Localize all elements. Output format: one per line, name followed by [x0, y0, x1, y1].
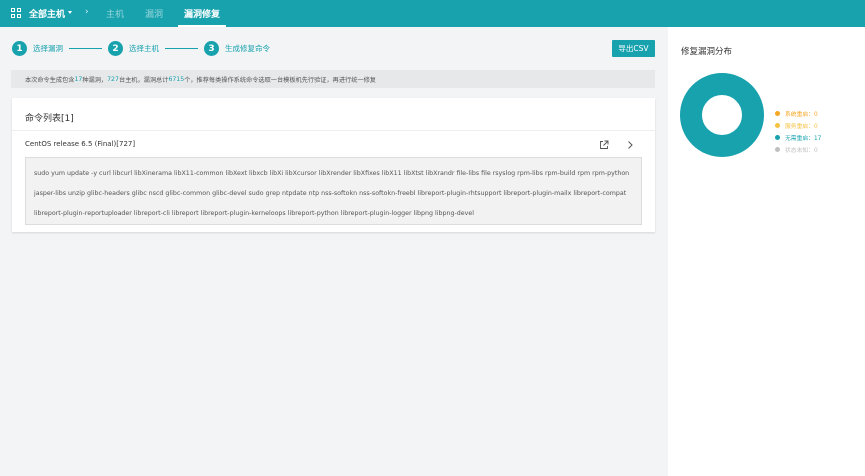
top-nav-bar: 全部主机 › 主机 漏洞 漏洞修复 [0, 0, 865, 27]
step-number: 3 [204, 41, 219, 56]
step-3[interactable]: 3 生成修复命令 [204, 41, 270, 56]
step-connector [165, 48, 198, 49]
step-1[interactable]: 1 选择漏洞 [12, 41, 63, 56]
legend-item-no-restart[interactable]: 无需重启：17 [775, 131, 821, 143]
panel-title: 修复漏洞分布 [681, 47, 733, 57]
chevron-right-icon: › [85, 7, 89, 17]
step-number: 1 [12, 41, 27, 56]
legend-dot [775, 134, 780, 140]
grid-menu-icon[interactable] [11, 8, 21, 18]
summary-notice: 本次命令生成包含 17 种漏洞， 727 台主机，漏洞总计 6715 个，推荐每类操作系统命… [11, 70, 655, 88]
donut-chart [680, 73, 764, 157]
host-group-dropdown[interactable]: 全部主机 [29, 7, 65, 20]
main-content [0, 27, 668, 476]
vuln-type-count: 17 [74, 75, 83, 83]
notice-text: 台主机，漏洞总计 [118, 76, 169, 84]
chart-legend: 系统重启：0 服务重启：0 无需重启：17 状态未知：0 [775, 107, 821, 155]
legend-item-service-restart[interactable]: 服务重启：0 [775, 119, 821, 131]
command-text[interactable]: sudo yum update -y curl libcurl libXiner… [25, 157, 642, 225]
donut-slice-no-restart [680, 73, 764, 157]
step-number: 2 [108, 41, 123, 56]
tab-vuln-fix[interactable]: 漏洞修复 [184, 7, 220, 20]
notice-text: 种漏洞， [82, 76, 108, 84]
legend-label: 状态未知：0 [785, 147, 818, 154]
host-count: 727 [107, 75, 119, 83]
legend-item-unknown[interactable]: 状态未知：0 [775, 143, 821, 155]
step-2[interactable]: 2 选择主机 [108, 41, 159, 56]
notice-text: 本次命令生成包含 [25, 76, 75, 84]
legend-dot [775, 146, 780, 152]
notice-text: 个，推荐每类操作系统命令选取一台模板机先行验证，再进行统一修复 [184, 76, 376, 84]
tab-hosts[interactable]: 主机 [106, 7, 124, 20]
legend-label: 服务重启：0 [785, 123, 818, 130]
legend-item-system-restart[interactable]: 系统重启：0 [775, 107, 821, 119]
caret-down-icon[interactable] [68, 11, 72, 14]
step-label: 选择漏洞 [33, 44, 63, 53]
legend-label: 无需重启：17 [785, 135, 822, 142]
open-external-icon[interactable] [599, 140, 609, 150]
legend-label: 系统重启：0 [785, 111, 818, 118]
distribution-panel: 修复漏洞分布 系统重启：0 服务重启：0 无需重启：17 状态未知：0 [668, 27, 865, 476]
legend-dot [775, 110, 780, 116]
step-connector [69, 48, 102, 49]
os-group-title: CentOS release 6.5 (Final)[727] [25, 140, 136, 148]
chevron-right-icon[interactable] [625, 140, 635, 150]
step-label: 选择主机 [129, 44, 159, 53]
divider [12, 130, 655, 131]
step-label: 生成修复命令 [225, 44, 270, 53]
vuln-total-count: 6715 [168, 75, 185, 83]
command-list-card: 命令列表[1] CentOS release 6.5 (Final)[727] … [12, 98, 655, 232]
legend-dot [775, 122, 780, 128]
card-title: 命令列表[1] [25, 114, 74, 124]
tab-vulnerabilities[interactable]: 漏洞 [145, 7, 163, 20]
export-csv-button[interactable]: 导出CSV [612, 40, 655, 57]
